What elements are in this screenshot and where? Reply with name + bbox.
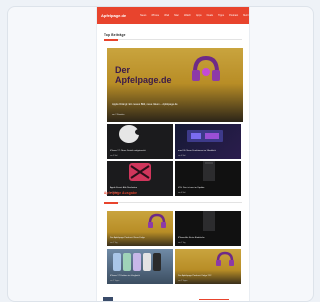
tile-caption: Der Apfelpage Podcast: Folge 212 [178,275,212,277]
article-tile[interactable]: Der Apfelpage Podcast: Neue Folge vor 1 … [107,211,173,246]
nav-item[interactable]: iPhone [151,14,159,17]
tile-meta: vor 2 Tagen [110,280,120,282]
nav-item[interactable]: Apps [196,14,202,17]
tile-meta: vor 2 Tagen [178,280,188,282]
browser-preview-card: Apfelpage.de News iPhone iPad Mac Watch … [7,6,314,302]
article-tile[interactable]: macOS: Neue Funktionen im Überblick vor … [175,124,241,159]
phone-silhouette-icon [203,161,215,181]
tile-caption: iPhone 17 Farben im Vergleich [110,275,140,277]
hero-brand-line2: Apfelpage.de [115,75,172,85]
section-divider [104,201,242,204]
article-tile[interactable]: Der Apfelpage Podcast: Folge 212 vor 2 T… [175,249,241,284]
tile-meta: vor 3 Std. [110,155,118,157]
hero-caption[interactable]: Apple Drängt: Ein neues Bild, neue Ideen… [112,103,236,106]
tile-caption: iPhone 17: Neue Details aufgetaucht [110,150,146,152]
apple-logo-icon [119,125,141,143]
laptop-screen-icon [187,130,223,142]
tile-meta: vor 4 Std. [178,155,186,157]
hero-meta: vor 2 Stunden [112,114,125,116]
tile-caption: Apple Event: Alle Neuheiten [110,187,138,189]
site-header: Apfelpage.de News iPhone iPad Mac Watch … [97,7,249,24]
footer-line [199,299,229,300]
article-tile[interactable]: iOS: Das ist neu im Update vor 6 Std. [175,161,241,196]
tile-caption: macOS: Neue Funktionen im Überblick [178,150,216,152]
hero-brand-line1: Der [115,65,131,75]
tile-meta: vor 1 Tag [178,242,186,244]
nav-item[interactable]: iPad [164,14,169,17]
tile-meta: vor 1 Tag [110,242,118,244]
podcast-headphones-icon [216,251,234,266]
article-tile[interactable]: iPhone 17 Farben im Vergleich vor 2 Tage… [107,249,173,284]
event-graphic-icon [129,163,151,181]
footer-thumbnail [103,297,113,301]
phone-silhouette-icon [203,211,215,231]
nav-item[interactable]: Mehr [243,14,249,17]
podcast-headphones-icon [192,55,220,81]
tile-caption: Der Apfelpage Podcast: Neue Folge [110,237,145,239]
nav-item[interactable]: Watch [184,14,191,17]
section-title-second: Apfelpage Ausgabe [104,191,138,195]
site-logo[interactable]: Apfelpage.de [101,13,126,18]
web-page: Apfelpage.de News iPhone iPad Mac Watch … [96,7,250,301]
podcast-headphones-icon [148,213,166,228]
iphone-colors-icon [113,253,161,271]
section-title-top: Top Beiträge [104,33,126,37]
hero-article[interactable]: Der Apfelpage.de Apple Drängt: Ein neues… [107,48,243,122]
tile-meta: vor 6 Std. [178,192,186,194]
tile-caption: iOS: Das ist neu im Update [178,187,205,189]
article-tile[interactable]: iPhone 17: Neue Details aufgetaucht vor … [107,124,173,159]
nav-item[interactable]: Deals [207,14,213,17]
nav-item[interactable]: Mac [174,14,179,17]
nav-item[interactable]: Tipps [218,14,224,17]
nav-item[interactable]: Podcast [229,14,238,17]
nav-item[interactable]: News [140,14,146,17]
main-nav: News iPhone iPad Mac Watch Apps Deals Ti… [140,14,249,17]
section-divider [104,38,242,41]
tile-caption: iPhone Air: Erste Eindrücke [178,237,205,239]
article-tile[interactable]: iPhone Air: Erste Eindrücke vor 1 Tag [175,211,241,246]
footer-preview [103,297,243,301]
